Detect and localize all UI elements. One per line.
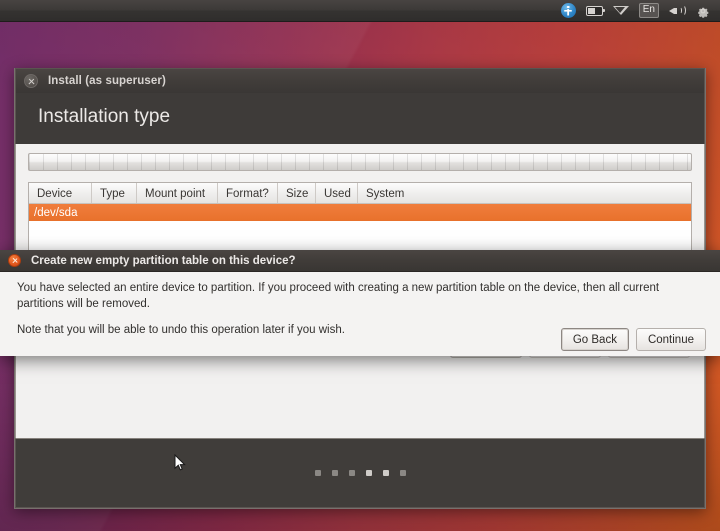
volume-icon[interactable] bbox=[664, 0, 691, 22]
progress-dot-active bbox=[366, 470, 372, 476]
window-footer bbox=[15, 438, 705, 508]
dialog-close-icon[interactable] bbox=[8, 254, 21, 267]
column-header-used[interactable]: Used bbox=[316, 183, 358, 203]
window-header: Installation type bbox=[15, 93, 705, 144]
accessibility-icon[interactable] bbox=[556, 0, 581, 22]
column-header-system[interactable]: System bbox=[358, 183, 691, 203]
battery-icon[interactable] bbox=[581, 0, 608, 22]
dialog-body: You have selected an entire device to pa… bbox=[0, 272, 720, 356]
dialog-paragraph-1: You have selected an entire device to pa… bbox=[17, 281, 703, 312]
column-header-device[interactable]: Device bbox=[29, 183, 92, 203]
progress-dot bbox=[349, 470, 355, 476]
table-header-row: Device Type Mount point Format? Size Use… bbox=[29, 183, 691, 204]
dialog-buttons: Go Back Continue bbox=[561, 328, 706, 351]
progress-dot bbox=[315, 470, 321, 476]
column-header-type[interactable]: Type bbox=[92, 183, 137, 203]
gear-icon bbox=[696, 4, 710, 18]
progress-dots bbox=[315, 470, 406, 476]
network-icon[interactable] bbox=[608, 0, 634, 22]
dialog-titlebar: Create new empty partition table on this… bbox=[0, 250, 720, 272]
go-back-button[interactable]: Go Back bbox=[561, 328, 629, 351]
window-titlebar: Install (as superuser) bbox=[15, 68, 705, 93]
column-header-mount-point[interactable]: Mount point bbox=[137, 183, 218, 203]
system-settings-icon[interactable] bbox=[691, 0, 715, 22]
window-close-icon[interactable] bbox=[24, 74, 38, 88]
continue-button[interactable]: Continue bbox=[636, 328, 706, 351]
table-row[interactable]: /dev/sda bbox=[29, 204, 691, 221]
page-title: Installation type bbox=[38, 106, 704, 128]
keyboard-layout-label: En bbox=[639, 3, 659, 18]
column-header-format[interactable]: Format? bbox=[218, 183, 278, 203]
keyboard-layout-icon[interactable]: En bbox=[634, 0, 664, 22]
cell-device: /dev/sda bbox=[29, 207, 77, 219]
window-title: Install (as superuser) bbox=[48, 75, 166, 87]
partition-usage-bar bbox=[28, 153, 692, 171]
partition-table[interactable]: Device Type Mount point Format? Size Use… bbox=[28, 182, 692, 256]
dialog-title: Create new empty partition table on this… bbox=[31, 255, 296, 267]
mouse-cursor bbox=[174, 454, 186, 472]
progress-dot bbox=[332, 470, 338, 476]
column-header-size[interactable]: Size bbox=[278, 183, 316, 203]
confirm-partition-table-dialog: Create new empty partition table on this… bbox=[0, 250, 720, 356]
progress-dot bbox=[383, 470, 389, 476]
progress-dot bbox=[400, 470, 406, 476]
top-panel: En bbox=[0, 0, 720, 22]
